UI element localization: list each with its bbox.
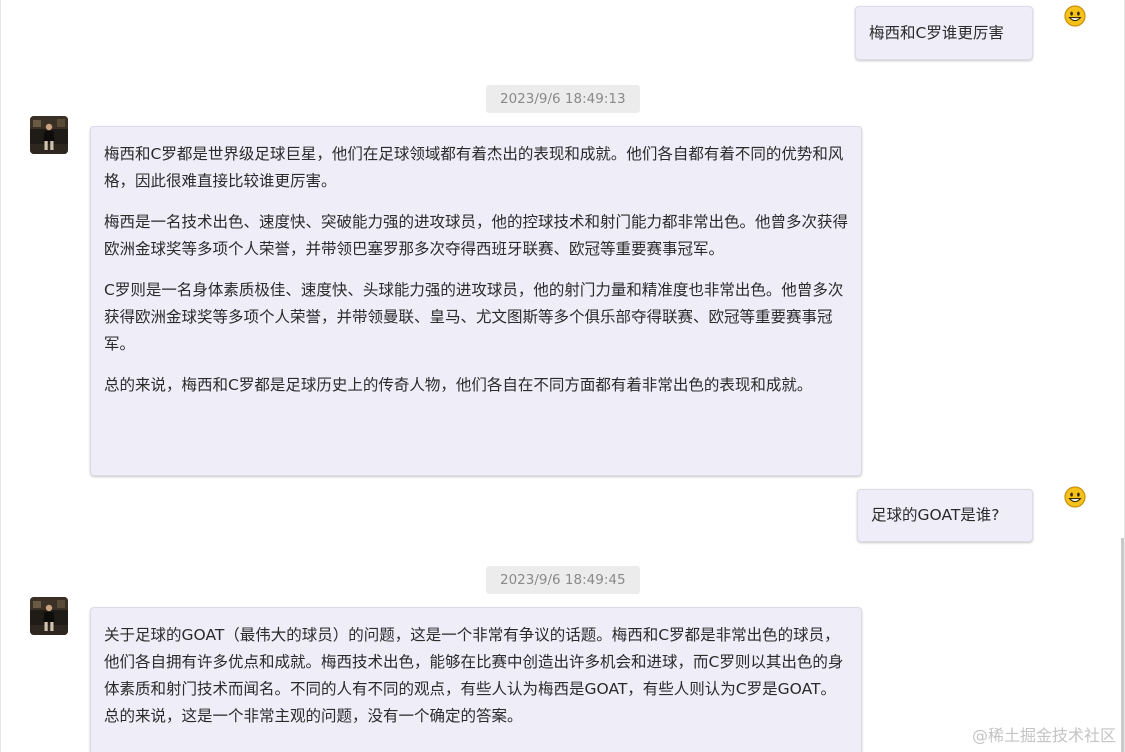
chat-window: 梅西和C罗谁更厉害 2023/9/6 18:49:13 梅西和C罗都是世界级足球… xyxy=(0,0,1125,752)
scrollbar[interactable] xyxy=(1121,538,1124,752)
user-message-bubble: 梅西和C罗谁更厉害 xyxy=(855,6,1033,60)
avatar xyxy=(30,116,68,154)
assistant-paragraph: 梅西和C罗都是世界级足球巨星，他们在足球领域都有着杰出的表现和成就。他们各自都有… xyxy=(104,145,844,190)
timestamp: 2023/9/6 18:49:45 xyxy=(486,566,640,594)
assistant-paragraph: 总的来说，梅西和C罗都是足球历史上的传奇人物，他们各自在不同方面都有着非常出色的… xyxy=(104,376,813,394)
watermark: @稀土掘金技术社区 xyxy=(971,726,1116,745)
assistant-message-bubble: 关于足球的GOAT（最伟大的球员）的问题，这是一个非常有争议的话题。梅西和C罗都… xyxy=(90,607,862,752)
assistant-paragraph: C罗则是一名身体素质极佳、速度快、头球能力强的进攻球员，他的射门力量和精准度也非… xyxy=(104,281,844,353)
user-message-text: 梅西和C罗谁更厉害 xyxy=(869,23,1004,42)
user-message-text: 足球的GOAT是谁? xyxy=(871,506,1000,524)
user-message-bubble: 足球的GOAT是谁? xyxy=(857,489,1033,542)
avatar xyxy=(30,597,68,635)
assistant-paragraph: 梅西是一名技术出色、速度快、突破能力强的进攻球员，他的控球技术和射门能力都非常出… xyxy=(104,213,849,258)
timestamp: 2023/9/6 18:49:13 xyxy=(486,85,640,113)
smiley-icon xyxy=(1064,486,1086,508)
assistant-paragraph: 关于足球的GOAT（最伟大的球员）的问题，这是一个非常有争议的话题。梅西和C罗都… xyxy=(104,626,844,725)
assistant-message-bubble: 梅西和C罗都是世界级足球巨星，他们在足球领域都有着杰出的表现和成就。他们各自都有… xyxy=(90,126,862,476)
smiley-icon xyxy=(1064,5,1086,27)
